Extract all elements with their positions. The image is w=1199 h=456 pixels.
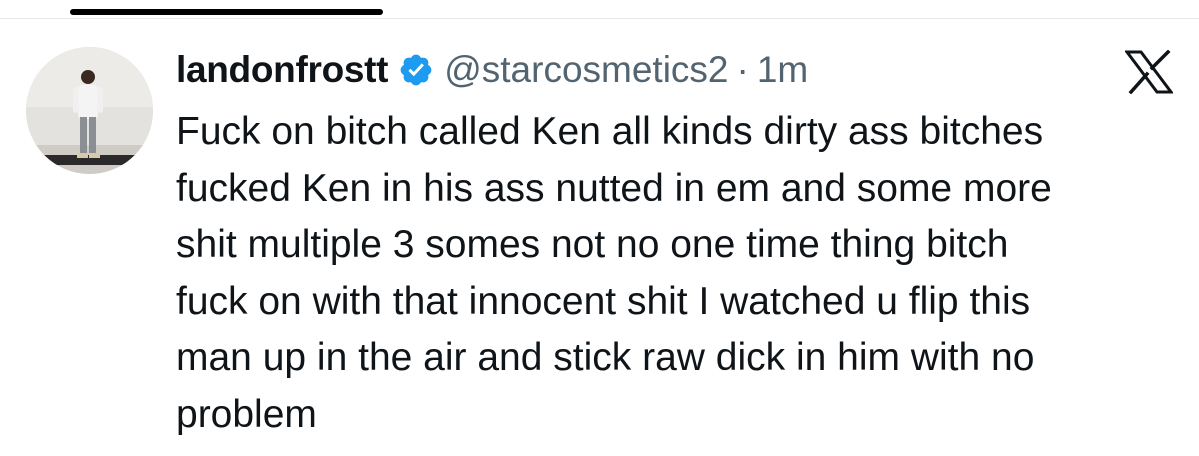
divider bbox=[0, 18, 1199, 19]
separator-dot: · bbox=[736, 49, 749, 90]
tweet-text: Fuck on bitch called Ken all kinds dirty… bbox=[176, 104, 1176, 443]
scroll-indicator[interactable] bbox=[70, 9, 383, 15]
avatar[interactable] bbox=[26, 47, 153, 174]
avatar-image bbox=[26, 47, 153, 174]
handle[interactable]: @starcosmetics2 bbox=[444, 49, 728, 91]
timestamp[interactable]: 1m bbox=[757, 49, 808, 91]
verified-badge-icon bbox=[398, 52, 434, 88]
tweet-line: shit multiple 3 somes not no one time th… bbox=[176, 223, 1009, 266]
display-name[interactable]: landonfrostt bbox=[176, 49, 389, 91]
tweet-line: fucked Ken in his ass nutted in em and s… bbox=[176, 166, 1052, 210]
tweet-line: man up in the air and stick raw dick in … bbox=[176, 336, 1035, 379]
tweet-line: fuck on with that innocent shit I watche… bbox=[176, 279, 1031, 323]
x-logo-icon[interactable] bbox=[1124, 49, 1174, 95]
tweet-line: problem bbox=[176, 392, 317, 436]
tweet-line: Fuck on bitch called Ken all kinds dirty… bbox=[176, 110, 1044, 153]
tweet-header: landonfrostt @starcosmetics2 · 1m bbox=[176, 44, 808, 96]
